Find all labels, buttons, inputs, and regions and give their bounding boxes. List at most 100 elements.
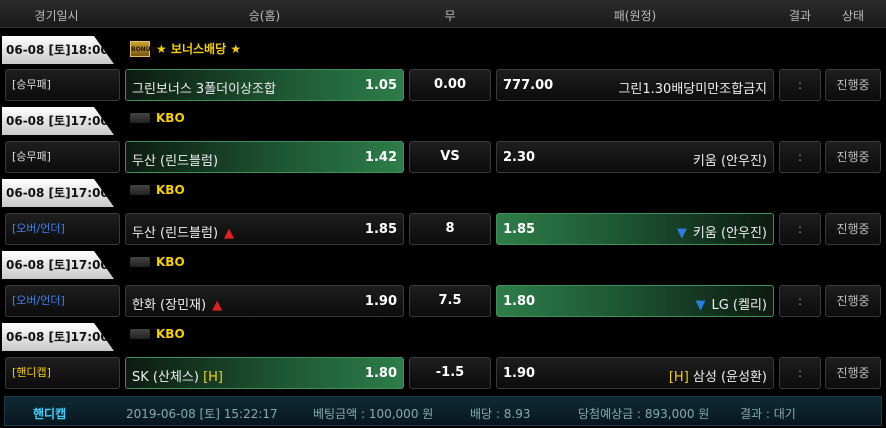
- bet-type: [오버/언더]: [5, 213, 120, 245]
- league-name: KBO: [156, 111, 185, 125]
- result-cell: :: [779, 141, 821, 173]
- result-cell: :: [779, 69, 821, 101]
- draw-pick-button[interactable]: 0.00: [409, 69, 491, 101]
- arrow-down-icon: ▼: [676, 226, 687, 241]
- home-team-wrap: 두산 (린드블럼) ▲: [132, 222, 234, 241]
- away-pick-button[interactable]: 1.90 [H] 삼성 (윤성환): [496, 357, 774, 389]
- header-status: 상태: [841, 9, 865, 23]
- league-name: KBO: [156, 255, 185, 269]
- league-header: KBO: [130, 183, 185, 197]
- bet-type: [승무패]: [5, 141, 120, 173]
- arrow-up-icon: ▲: [224, 226, 235, 241]
- away-team-wrap: [H] 삼성 (윤성환): [669, 366, 767, 385]
- handicap-flag: [H]: [668, 370, 689, 385]
- bet-row: [승무패] 그린보너스 3폴더이상조합 1.05 0.00 777.00 그린1…: [0, 69, 886, 101]
- home-team: SK (산체스): [132, 370, 199, 385]
- match-date: 06-08 [토]17:00: [2, 323, 114, 351]
- away-pick-button[interactable]: 1.85 ▼ 키움 (안우진): [496, 213, 774, 245]
- away-odds: 1.90: [503, 366, 536, 381]
- match-date: 06-08 [토]18:00: [2, 36, 114, 64]
- header-date: 경기일시: [34, 9, 79, 23]
- home-team: 두산 (린드블럼): [132, 226, 219, 241]
- status-badge: 진행중: [825, 213, 881, 245]
- header-result: 결과: [788, 9, 812, 23]
- bet-type: [핸디캡]: [5, 357, 120, 389]
- match-date: 06-08 [토]17:00: [2, 251, 114, 279]
- draw-pick-button[interactable]: VS: [409, 141, 491, 173]
- home-odds: 1.05: [364, 78, 397, 93]
- home-team-wrap: 한화 (장민재) ▲: [132, 294, 222, 313]
- handicap-flag: [H]: [203, 370, 223, 385]
- home-pick-button[interactable]: SK (산체스) [H] 1.80: [125, 357, 404, 389]
- home-pick-button[interactable]: 두산 (린드블럼) 1.42: [125, 141, 404, 173]
- bonus-icon: BONUS: [130, 40, 155, 57]
- bet-type: [오버/언더]: [5, 285, 120, 317]
- away-team: 키움 (안우진): [692, 154, 767, 169]
- bet-type: [승무패]: [5, 69, 120, 101]
- away-odds: 2.30: [503, 150, 536, 165]
- away-odds: 1.80: [503, 294, 536, 309]
- bet-row: [승무패] 두산 (린드블럼) 1.42 VS 2.30 키움 (안우진) : …: [0, 141, 886, 173]
- league-header: KBO: [130, 255, 185, 269]
- date-row: 06-08 [토]17:00 KBO: [0, 323, 886, 357]
- summary-datetime: 2019-06-08 [토] 15:22:17: [126, 407, 278, 421]
- result-cell: :: [779, 285, 821, 317]
- away-pick-button[interactable]: 2.30 키움 (안우진): [496, 141, 774, 173]
- home-odds: 1.85: [364, 222, 397, 237]
- match-date: 06-08 [토]17:00: [2, 179, 114, 207]
- league-name: KBO: [156, 183, 185, 197]
- status-badge: 진행중: [825, 69, 881, 101]
- date-row: 06-08 [토]17:00 KBO: [0, 107, 886, 141]
- away-pick-button[interactable]: 777.00 그린1.30배당미만조합금지: [496, 69, 774, 101]
- kbo-icon: [130, 185, 150, 195]
- header-draw: 무: [444, 9, 456, 23]
- match-date: 06-08 [토]17:00: [2, 107, 114, 135]
- summary-bet-type: 핸디캡: [33, 407, 67, 421]
- line-value-button[interactable]: 7.5: [409, 285, 491, 317]
- away-team: 키움 (안우진): [692, 226, 767, 241]
- league-name: KBO: [156, 327, 185, 341]
- date-row: 06-08 [토]17:00 KBO: [0, 179, 886, 213]
- kbo-icon: [130, 329, 150, 339]
- home-team-wrap: SK (산체스) [H]: [132, 366, 223, 385]
- home-pick-button[interactable]: 그린보너스 3폴더이상조합 1.05: [125, 69, 404, 101]
- date-row: 06-08 [토]17:00 KBO: [0, 251, 886, 285]
- arrow-down-icon: ▼: [695, 298, 706, 313]
- away-team: LG (켈리): [711, 298, 767, 313]
- kbo-icon: [130, 257, 150, 267]
- summary-payout: 당첨예상금 : 893,000 원: [578, 407, 710, 421]
- bet-row: [핸디캡] SK (산체스) [H] 1.80 -1.5 1.90 [H] 삼성…: [0, 357, 886, 389]
- league-header: KBO: [130, 327, 185, 341]
- away-team: 그린1.30배당미만조합금지: [618, 82, 767, 97]
- home-pick-button[interactable]: 한화 (장민재) ▲ 1.90: [125, 285, 404, 317]
- date-row: 06-08 [토]18:00 BONUS ★ 보너스배당 ★: [0, 36, 886, 70]
- summary-result: 결과 : 대기: [740, 407, 796, 421]
- home-team: 그린보너스 3폴더이상조합: [132, 82, 276, 97]
- league-header: BONUS ★ 보너스배당 ★: [130, 40, 241, 57]
- home-team: 한화 (장민재): [132, 298, 207, 313]
- summary-odds: 배당 : 8.93: [470, 407, 531, 421]
- away-team: 삼성 (윤성환): [692, 370, 767, 385]
- bet-row: [오버/언더] 한화 (장민재) ▲ 1.90 7.5 1.80 ▼ LG (켈리)…: [0, 285, 886, 317]
- bet-summary: 핸디캡 2019-06-08 [토] 15:22:17 베팅금액 : 100,0…: [4, 396, 882, 426]
- league-name: ★ 보너스배당 ★: [156, 42, 242, 56]
- line-value-button[interactable]: -1.5: [409, 357, 491, 389]
- status-badge: 진행중: [825, 285, 881, 317]
- kbo-icon: [130, 113, 150, 123]
- home-odds: 1.90: [364, 294, 397, 309]
- away-team-wrap: ▼ 키움 (안우진): [677, 222, 767, 241]
- status-badge: 진행중: [825, 357, 881, 389]
- home-pick-button[interactable]: 두산 (린드블럼) ▲ 1.85: [125, 213, 404, 245]
- away-odds: 1.85: [503, 222, 536, 237]
- header-home: 승(홈): [248, 9, 281, 23]
- home-odds: 1.80: [364, 366, 397, 381]
- header-away: 패(원정): [613, 9, 657, 23]
- away-pick-button[interactable]: 1.80 ▼ LG (켈리): [496, 285, 774, 317]
- result-cell: :: [779, 213, 821, 245]
- away-team-wrap: ▼ LG (켈리): [695, 294, 767, 313]
- arrow-up-icon: ▲: [212, 298, 223, 313]
- away-odds: 777.00: [503, 78, 554, 93]
- status-badge: 진행중: [825, 141, 881, 173]
- line-value-button[interactable]: 8: [409, 213, 491, 245]
- result-cell: :: [779, 357, 821, 389]
